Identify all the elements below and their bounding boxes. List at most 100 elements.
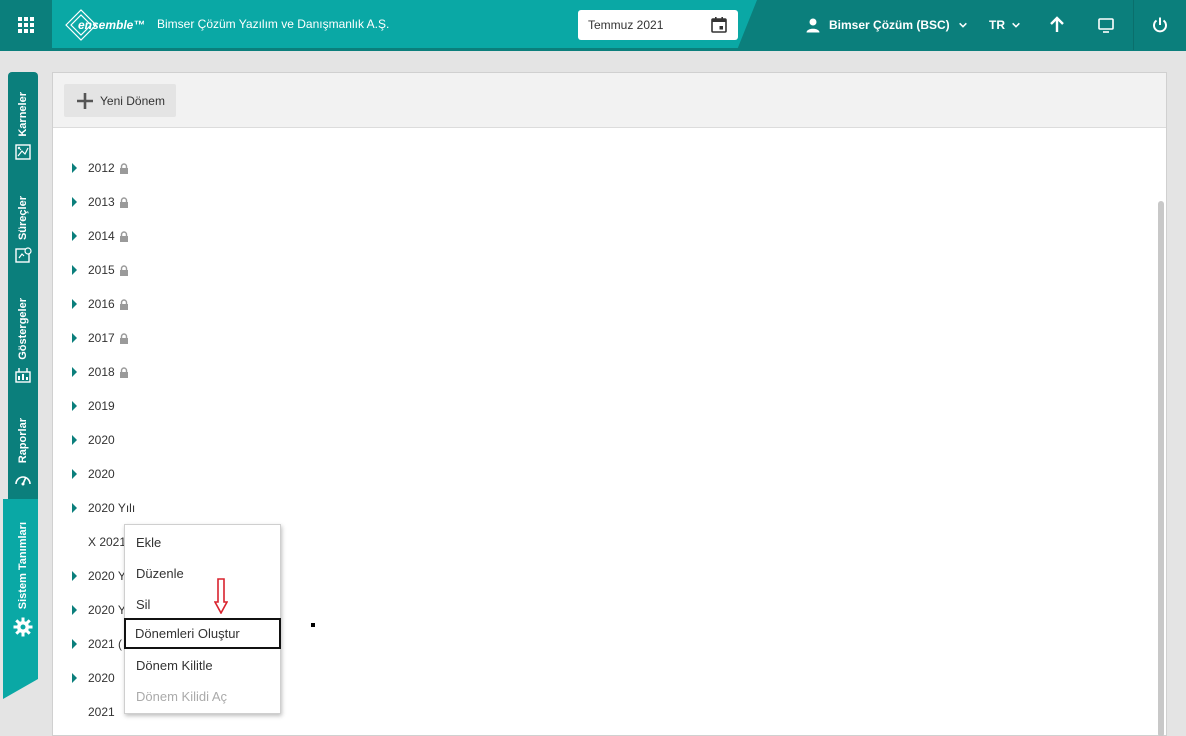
calendar-icon[interactable] [710, 16, 728, 34]
expand-caret-icon[interactable] [72, 367, 77, 377]
expand-caret-icon[interactable] [72, 401, 77, 411]
expand-caret-icon[interactable] [72, 571, 77, 581]
tree-row-label: 2020 Y [88, 569, 126, 583]
menu-item-donem-kilitle[interactable]: Dönem Kilitle [125, 650, 280, 681]
apps-grid-button[interactable] [0, 0, 52, 50]
nav-item-label: Göstergeler [17, 298, 29, 360]
scroll-top-button[interactable] [1037, 0, 1077, 50]
period-picker[interactable]: Temmuz 2021 [578, 10, 738, 40]
expand-caret-icon[interactable] [72, 673, 77, 683]
expand-caret-icon[interactable] [72, 163, 77, 173]
expand-caret-icon[interactable] [72, 639, 77, 649]
tree-row-label: 2015 [88, 263, 115, 277]
caret-placeholder [72, 537, 77, 547]
new-period-label: Yeni Dönem [100, 93, 165, 108]
annotation-arrow-icon [214, 578, 228, 614]
tree-row[interactable]: 2017 [72, 328, 129, 348]
expand-caret-icon[interactable] [72, 435, 77, 445]
nav-item-surecler[interactable]: Süreçler [8, 196, 38, 264]
tree-row[interactable]: 2014 [72, 226, 129, 246]
user-icon [806, 18, 820, 33]
chevron-down-icon [1012, 22, 1020, 28]
tree-row[interactable]: 2019 [72, 396, 115, 416]
tree-row[interactable]: 2012 [72, 158, 129, 178]
menu-item-label: Dönem Kilitle [136, 658, 213, 673]
nav-item-gostergeler[interactable]: Göstergeler [8, 298, 38, 384]
ensemble-logo[interactable]: ensemble™ [64, 8, 145, 42]
tree-row[interactable]: 2021 [72, 702, 115, 722]
language-code: TR [989, 18, 1005, 32]
tree-row[interactable]: 2018 [72, 362, 129, 382]
tree-row-label: 2014 [88, 229, 115, 243]
tree-row-label: 2021 ( [88, 637, 123, 651]
menu-item-label: Sil [136, 597, 151, 612]
tree-row-label: 2018 [88, 365, 115, 379]
tree-row-label: 2020 [88, 467, 115, 481]
tree-row-label: 2016 [88, 297, 115, 311]
lock-icon [119, 196, 128, 208]
menu-item-sil[interactable]: Sil [125, 589, 280, 620]
menu-item-ekle[interactable]: Ekle [125, 527, 280, 558]
tree-row[interactable]: 2021 ( [72, 634, 122, 654]
indicator-icon [15, 367, 31, 383]
logout-button[interactable] [1133, 0, 1186, 50]
lock-icon [119, 366, 128, 378]
tree-row[interactable]: X 2021 [72, 532, 126, 552]
new-period-button[interactable]: Yeni Dönem [64, 84, 176, 117]
tree-row-label: 2017 [88, 331, 115, 345]
language-menu[interactable]: TR [989, 0, 1021, 50]
process-icon [15, 247, 32, 263]
cursor-dot [311, 623, 315, 627]
expand-caret-icon[interactable] [72, 231, 77, 241]
expand-caret-icon[interactable] [72, 605, 77, 615]
monitor-icon [1098, 18, 1114, 33]
tree-row[interactable]: 2020 Y [72, 600, 126, 620]
tree-row[interactable]: 2020 [72, 430, 115, 450]
svg-text:ensemble™: ensemble™ [78, 18, 144, 32]
tree-row[interactable]: 2020 Y [72, 566, 126, 586]
report-gauge-icon [15, 476, 31, 486]
tree-row-label: 2020 Y [88, 603, 126, 617]
tree-row[interactable]: 2016 [72, 294, 129, 314]
company-name: Bimser Çözüm Yazılım ve Danışmanlık A.Ş. [157, 17, 390, 31]
plus-icon [77, 92, 93, 109]
nav-item-raporlar[interactable]: Raporlar [8, 418, 38, 487]
menu-item-label: Düzenle [136, 566, 184, 581]
expand-caret-icon[interactable] [72, 197, 77, 207]
tree-row[interactable]: 2020 [72, 464, 115, 484]
menu-item-label: Dönem Kilidi Aç [136, 689, 228, 704]
nav-item-karneler[interactable]: Karneler [8, 92, 38, 161]
menu-item-donemleri-olustur[interactable]: Dönemleri Oluştur [124, 618, 281, 649]
apps-grid-icon [18, 17, 34, 33]
tree-row-label: 2020 [88, 671, 115, 685]
power-icon [1153, 17, 1167, 33]
tree-row[interactable]: 2013 [72, 192, 129, 212]
menu-item-duzenle[interactable]: Düzenle [125, 558, 280, 589]
scorecard-icon [15, 143, 31, 160]
lock-icon [119, 332, 128, 344]
expand-caret-icon[interactable] [72, 503, 77, 513]
period-value: Temmuz 2021 [588, 18, 664, 32]
menu-item-donem-kilidi-ac: Dönem Kilidi Aç [125, 681, 280, 712]
tree-row[interactable]: 2020 [72, 668, 115, 688]
tree-row[interactable]: 2020 Yılı [72, 498, 135, 518]
nav-item-label: Karneler [17, 92, 29, 137]
toolbar: Yeni Dönem [53, 73, 1166, 128]
tree-row[interactable]: 2015 [72, 260, 129, 280]
expand-caret-icon[interactable] [72, 469, 77, 479]
chevron-down-icon [958, 22, 967, 28]
expand-caret-icon[interactable] [72, 299, 77, 309]
tree-row-label: 2020 [88, 433, 115, 447]
display-button[interactable] [1086, 0, 1126, 50]
nav-item-label: Sistem Tanımları [17, 522, 29, 610]
nav-item-label: Raporlar [17, 418, 29, 464]
expand-caret-icon[interactable] [72, 333, 77, 343]
tree-row-label: X 2021 [88, 535, 127, 549]
header-slant [737, 0, 757, 50]
context-menu: Ekle Düzenle Sil Dönemleri Oluştur Dönem… [124, 524, 281, 714]
tree-row-label: 2021 [88, 705, 115, 719]
nav-item-sistem-tanimlari[interactable]: Sistem Tanımları [8, 522, 38, 637]
vertical-scrollbar[interactable] [1158, 201, 1164, 736]
expand-caret-icon[interactable] [72, 265, 77, 275]
user-menu[interactable]: Bimser Çözüm (BSC) [805, 0, 968, 50]
